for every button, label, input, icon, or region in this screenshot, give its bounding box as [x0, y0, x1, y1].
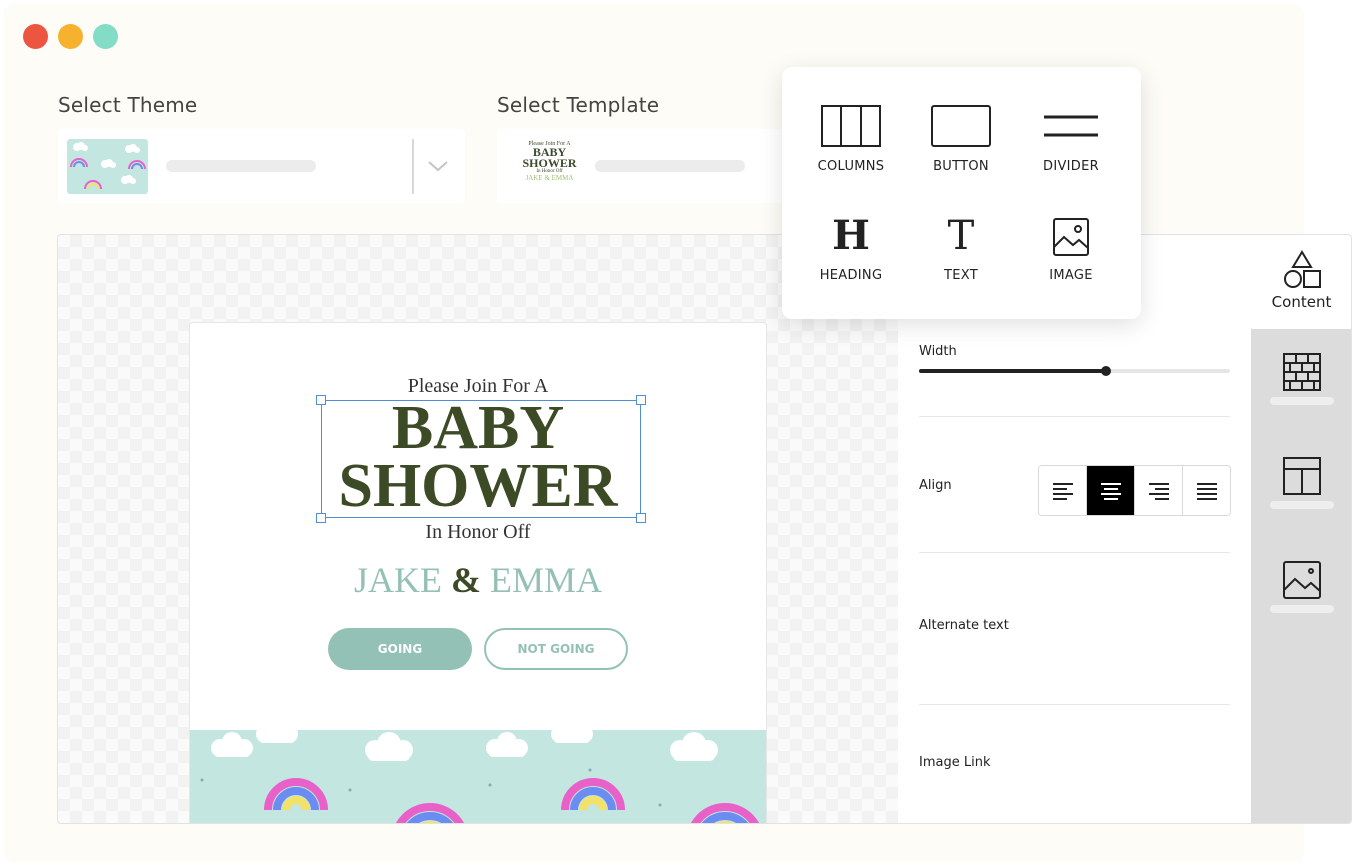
tab-content-label: Content: [1271, 293, 1332, 311]
divider-line: [919, 704, 1230, 705]
tab-images[interactable]: [1251, 561, 1351, 613]
tool-divider-label: DIVIDER: [1043, 159, 1099, 174]
image-icon: [1053, 218, 1089, 256]
tool-divider[interactable]: DIVIDER: [1016, 103, 1126, 174]
chevron-down-icon[interactable]: [426, 157, 450, 175]
tool-heading-label: HEADING: [819, 268, 883, 283]
theme-name-placeholder: [166, 160, 316, 172]
image-icon: [1282, 561, 1321, 599]
thumb-names-text: JAKE & EMMA: [525, 174, 574, 182]
tab-layout-label-placeholder: [1269, 501, 1334, 509]
minimize-window-dot[interactable]: [58, 24, 83, 49]
select-divider: [412, 139, 414, 194]
tool-text[interactable]: T TEXT: [906, 212, 1016, 283]
divider-icon: [1044, 115, 1098, 137]
tool-heading[interactable]: H HEADING: [796, 212, 906, 284]
tab-content[interactable]: Content: [1251, 235, 1351, 329]
width-label: Width: [919, 344, 957, 359]
tool-image-label: IMAGE: [1049, 268, 1093, 283]
divider-line: [919, 552, 1230, 553]
theme-select[interactable]: [58, 129, 465, 203]
rainbow-cloud-pattern: [190, 730, 766, 823]
tab-images-label-placeholder: [1269, 605, 1334, 613]
template-thumbnail: Please Join For A BABY SHOWER In Honor O…: [507, 141, 592, 193]
editor-canvas: Please Join For A BABY SHOWER In Honor O…: [57, 234, 1352, 824]
width-slider[interactable]: [919, 366, 1230, 376]
selection-box: [316, 395, 646, 523]
align-justify-icon: [1196, 482, 1217, 500]
align-left-button[interactable]: [1039, 466, 1087, 515]
tab-blocks[interactable]: [1251, 353, 1351, 405]
name-1: JAKE: [353, 560, 442, 600]
going-button[interactable]: GOING: [328, 628, 472, 670]
bricks-icon: [1282, 353, 1321, 391]
width-slider-knob[interactable]: [1100, 366, 1111, 376]
button-icon: [931, 105, 991, 147]
content-tools-popover: COLUMNS BUTTON DIVIDER H HEADING T TEXT …: [782, 67, 1141, 319]
tool-text-label: TEXT: [944, 268, 978, 283]
thumb-title-line2: SHOWER: [522, 156, 577, 170]
text-icon: T: [947, 213, 975, 259]
resize-handle-tr[interactable]: [636, 395, 646, 405]
image-link-label: Image Link: [919, 755, 991, 770]
maximize-window-dot[interactable]: [93, 24, 118, 49]
tool-image[interactable]: IMAGE: [1016, 212, 1126, 283]
columns-icon: [821, 105, 881, 147]
width-slider-fill: [919, 369, 1106, 373]
select-theme-label: Select Theme: [58, 93, 198, 117]
tool-button[interactable]: BUTTON: [906, 103, 1016, 174]
email-preview: Please Join For A BABY SHOWER In Honor O…: [189, 322, 767, 823]
email-names[interactable]: JAKE & EMMA: [190, 559, 766, 601]
email-honor-text[interactable]: In Honor Off: [190, 521, 766, 544]
tool-button-label: BUTTON: [933, 159, 989, 174]
not-going-button[interactable]: NOT GOING: [484, 628, 628, 670]
divider-line: [919, 416, 1230, 417]
tool-columns-label: COLUMNS: [817, 159, 885, 174]
align-label: Align: [919, 478, 952, 493]
align-right-icon: [1148, 482, 1169, 500]
name-2: EMMA: [489, 560, 602, 600]
align-center-icon: [1100, 482, 1121, 500]
align-center-button[interactable]: [1087, 466, 1135, 515]
right-sidebar: Content: [1251, 235, 1351, 823]
align-right-button[interactable]: [1135, 466, 1183, 515]
properties-panel: Width Align Alternate text Image Link: [898, 235, 1251, 823]
shapes-icon: [1283, 250, 1321, 288]
close-window-dot[interactable]: [23, 24, 48, 49]
align-justify-button[interactable]: [1183, 466, 1230, 515]
theme-thumbnail: [67, 139, 148, 194]
select-template-label: Select Template: [497, 93, 660, 117]
align-button-group: [1038, 465, 1231, 516]
template-select[interactable]: Please Join For A BABY SHOWER In Honor O…: [497, 129, 787, 203]
alternate-text-label: Alternate text: [919, 618, 1009, 633]
template-name-placeholder: [595, 160, 745, 172]
tab-layout[interactable]: [1251, 457, 1351, 509]
tab-blocks-label-placeholder: [1269, 397, 1334, 405]
ampersand: &: [450, 560, 481, 600]
layout-icon: [1282, 457, 1321, 495]
resize-handle-tl[interactable]: [316, 395, 326, 405]
align-left-icon: [1052, 482, 1073, 500]
tool-columns[interactable]: COLUMNS: [796, 103, 906, 174]
heading-icon: H: [832, 212, 870, 259]
